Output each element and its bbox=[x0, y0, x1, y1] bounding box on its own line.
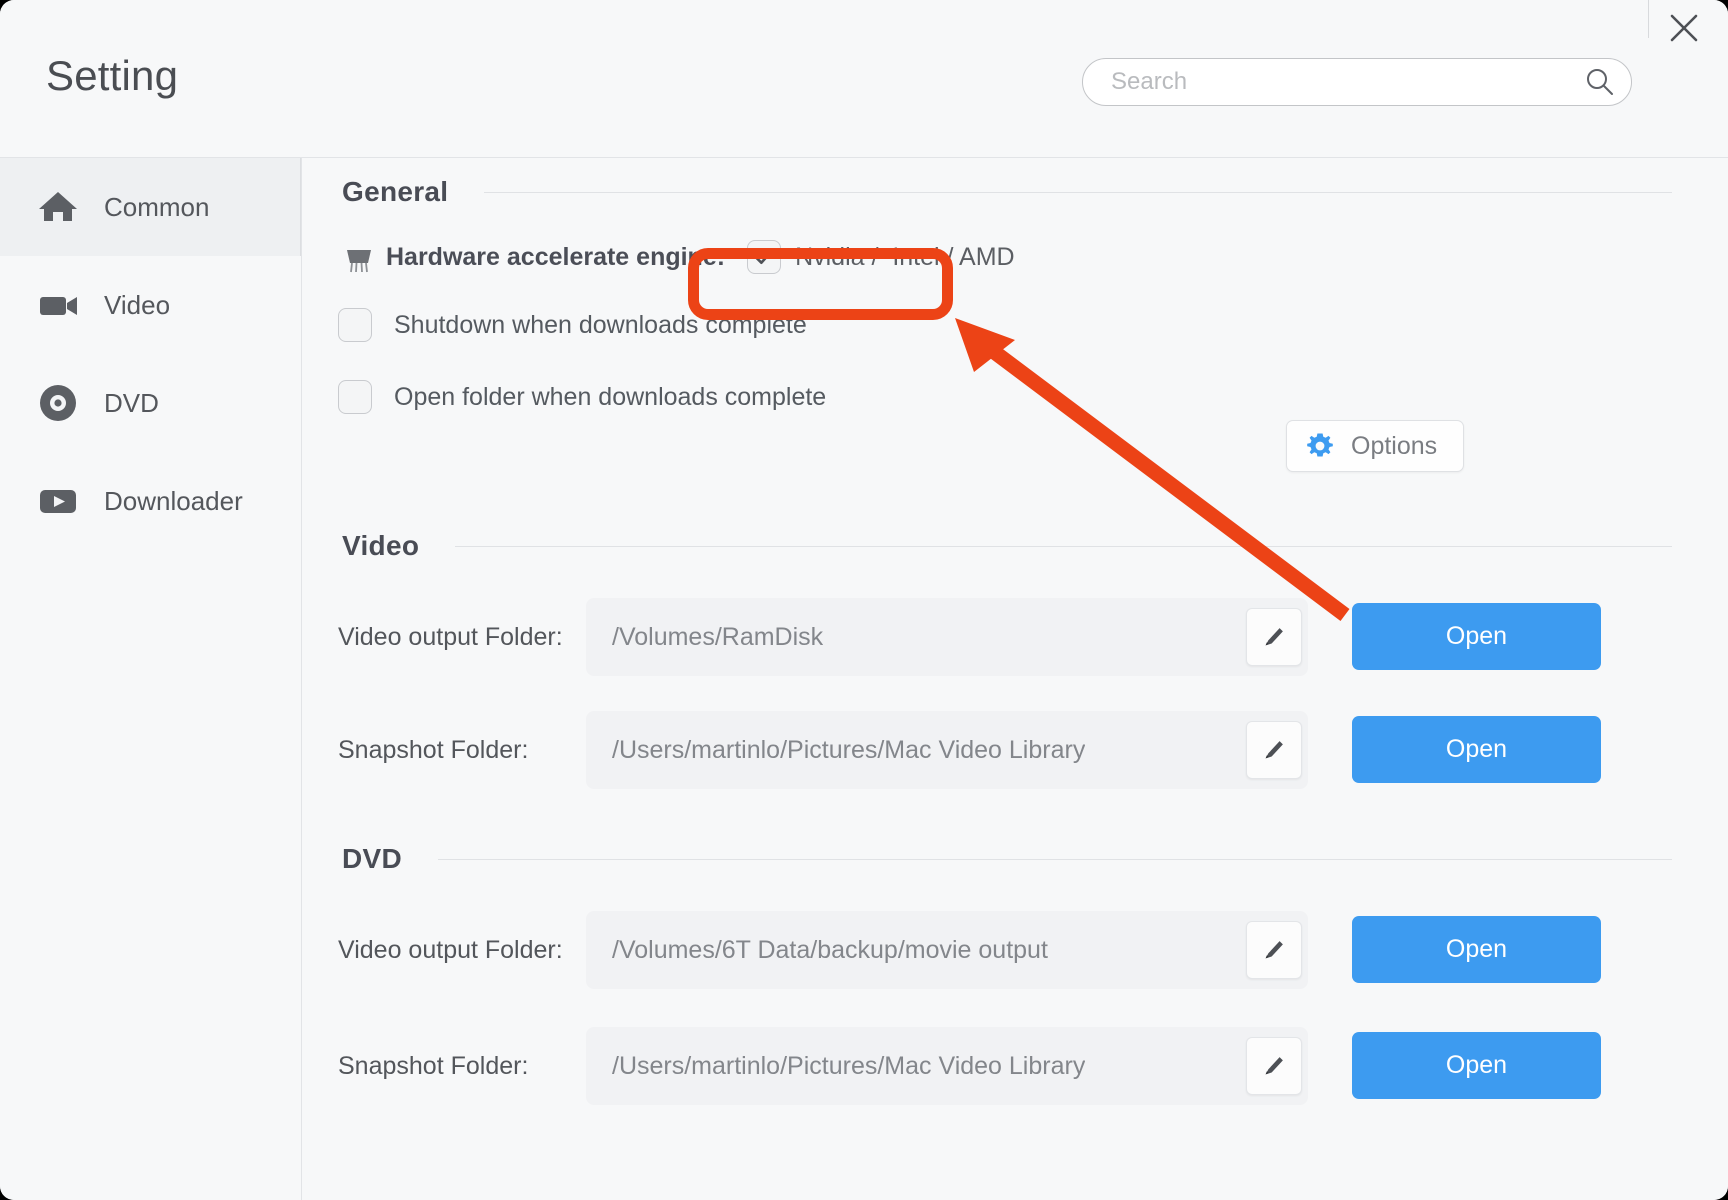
dvd-snapshot-folder-field[interactable]: /Users/martinlo/Pictures/Mac Video Libra… bbox=[586, 1027, 1308, 1105]
dvd-output-folder-open-button[interactable]: Open bbox=[1352, 916, 1601, 983]
hardware-engine-checkbox-label: Nvidia / Intel / AMD bbox=[795, 242, 1015, 271]
shutdown-checkbox[interactable] bbox=[338, 308, 372, 342]
section-header-video: Video bbox=[342, 530, 1672, 562]
section-title: General bbox=[342, 176, 449, 207]
video-snapshot-folder-row: Snapshot Folder: /Users/martinlo/Picture… bbox=[302, 711, 1728, 789]
dvd-output-folder-edit-button[interactable] bbox=[1246, 921, 1302, 979]
shutdown-checkbox-label: Shutdown when downloads complete bbox=[394, 310, 807, 339]
search-icon[interactable] bbox=[1585, 67, 1615, 97]
hardware-accelerate-row: Hardware accelerate engine: Nvidia / Int… bbox=[338, 236, 1015, 278]
options-button-label: Options bbox=[1351, 431, 1438, 460]
sidebar: Common Video DVD Downloader bbox=[0, 158, 302, 1200]
section-header-general: General bbox=[342, 176, 1672, 208]
play-box-icon bbox=[36, 479, 80, 523]
section-title: Video bbox=[342, 530, 420, 561]
sidebar-item-dvd[interactable]: DVD bbox=[0, 354, 301, 452]
sidebar-item-label: Video bbox=[104, 289, 171, 320]
folder-path-value: /Volumes/RamDisk bbox=[612, 622, 824, 651]
hardware-engine-checkbox[interactable] bbox=[747, 240, 782, 274]
pencil-icon bbox=[1265, 941, 1283, 959]
folder-path-value: /Users/martinlo/Pictures/Mac Video Libra… bbox=[612, 735, 1086, 764]
video-output-folder-row: Video output Folder: /Volumes/RamDisk Op… bbox=[302, 598, 1728, 676]
folder-label: Snapshot Folder: bbox=[338, 735, 529, 764]
sidebar-item-label: Common bbox=[104, 191, 210, 222]
dvd-output-folder-row: Video output Folder: /Volumes/6T Data/ba… bbox=[302, 911, 1728, 989]
page-title: Setting bbox=[46, 52, 179, 99]
sidebar-item-video[interactable]: Video bbox=[0, 256, 301, 354]
check-icon bbox=[754, 249, 774, 265]
hardware-engine-checkbox-group[interactable]: Nvidia / Intel / AMD bbox=[747, 240, 1015, 274]
pencil-icon bbox=[1265, 1057, 1283, 1075]
search-box[interactable] bbox=[1082, 58, 1632, 106]
dvd-snapshot-folder-row: Snapshot Folder: /Users/martinlo/Picture… bbox=[302, 1027, 1728, 1105]
section-rule bbox=[484, 191, 1672, 193]
pencil-icon bbox=[1265, 628, 1283, 646]
dvd-snapshot-folder-open-button[interactable]: Open bbox=[1352, 1032, 1601, 1099]
gear-icon bbox=[1307, 433, 1333, 457]
video-output-folder-open-button[interactable]: Open bbox=[1352, 603, 1601, 670]
dvd-snapshot-folder-edit-button[interactable] bbox=[1246, 1037, 1302, 1095]
open-folder-option-row[interactable]: Open folder when downloads complete bbox=[338, 380, 826, 414]
folder-label: Video output Folder: bbox=[338, 622, 563, 651]
sidebar-item-label: DVD bbox=[104, 387, 159, 418]
dvd-output-folder-field[interactable]: /Volumes/6T Data/backup/movie output bbox=[586, 911, 1308, 989]
folder-path-value: /Volumes/6T Data/backup/movie output bbox=[612, 935, 1048, 964]
cpu-chip-icon bbox=[347, 250, 371, 273]
section-title: DVD bbox=[342, 843, 403, 874]
search-input[interactable] bbox=[1109, 59, 1573, 105]
folder-label: Video output Folder: bbox=[338, 935, 563, 964]
open-folder-checkbox-label: Open folder when downloads complete bbox=[394, 382, 827, 411]
sidebar-item-downloader[interactable]: Downloader bbox=[0, 452, 301, 550]
pencil-icon bbox=[1265, 741, 1283, 759]
section-rule bbox=[438, 858, 1672, 860]
video-snapshot-folder-edit-button[interactable] bbox=[1246, 721, 1302, 779]
sidebar-item-label: Downloader bbox=[104, 485, 243, 516]
folder-label: Snapshot Folder: bbox=[338, 1051, 529, 1080]
section-header-dvd: DVD bbox=[342, 843, 1672, 875]
section-rule bbox=[455, 545, 1672, 547]
folder-path-value: /Users/martinlo/Pictures/Mac Video Libra… bbox=[612, 1051, 1086, 1080]
close-icon[interactable] bbox=[1663, 7, 1705, 49]
open-folder-checkbox[interactable] bbox=[338, 380, 372, 414]
settings-content: General Hardware accelerate engine: Nvid… bbox=[302, 158, 1728, 1200]
video-snapshot-folder-open-button[interactable]: Open bbox=[1352, 716, 1601, 783]
video-output-folder-edit-button[interactable] bbox=[1246, 608, 1302, 666]
video-snapshot-folder-field[interactable]: /Users/martinlo/Pictures/Mac Video Libra… bbox=[586, 711, 1308, 789]
settings-window: Setting Common bbox=[0, 0, 1728, 1200]
shutdown-option-row[interactable]: Shutdown when downloads complete bbox=[338, 308, 807, 342]
video-camera-icon bbox=[36, 283, 80, 327]
video-output-folder-field[interactable]: /Volumes/RamDisk bbox=[586, 598, 1308, 676]
window-header: Setting bbox=[0, 0, 1728, 158]
home-icon bbox=[36, 185, 80, 229]
hardware-accelerate-label: Hardware accelerate engine: bbox=[386, 242, 726, 271]
options-button[interactable]: Options bbox=[1286, 420, 1464, 472]
disc-icon bbox=[36, 381, 80, 425]
sidebar-item-common[interactable]: Common bbox=[0, 158, 301, 256]
header-divider bbox=[1648, 0, 1649, 38]
